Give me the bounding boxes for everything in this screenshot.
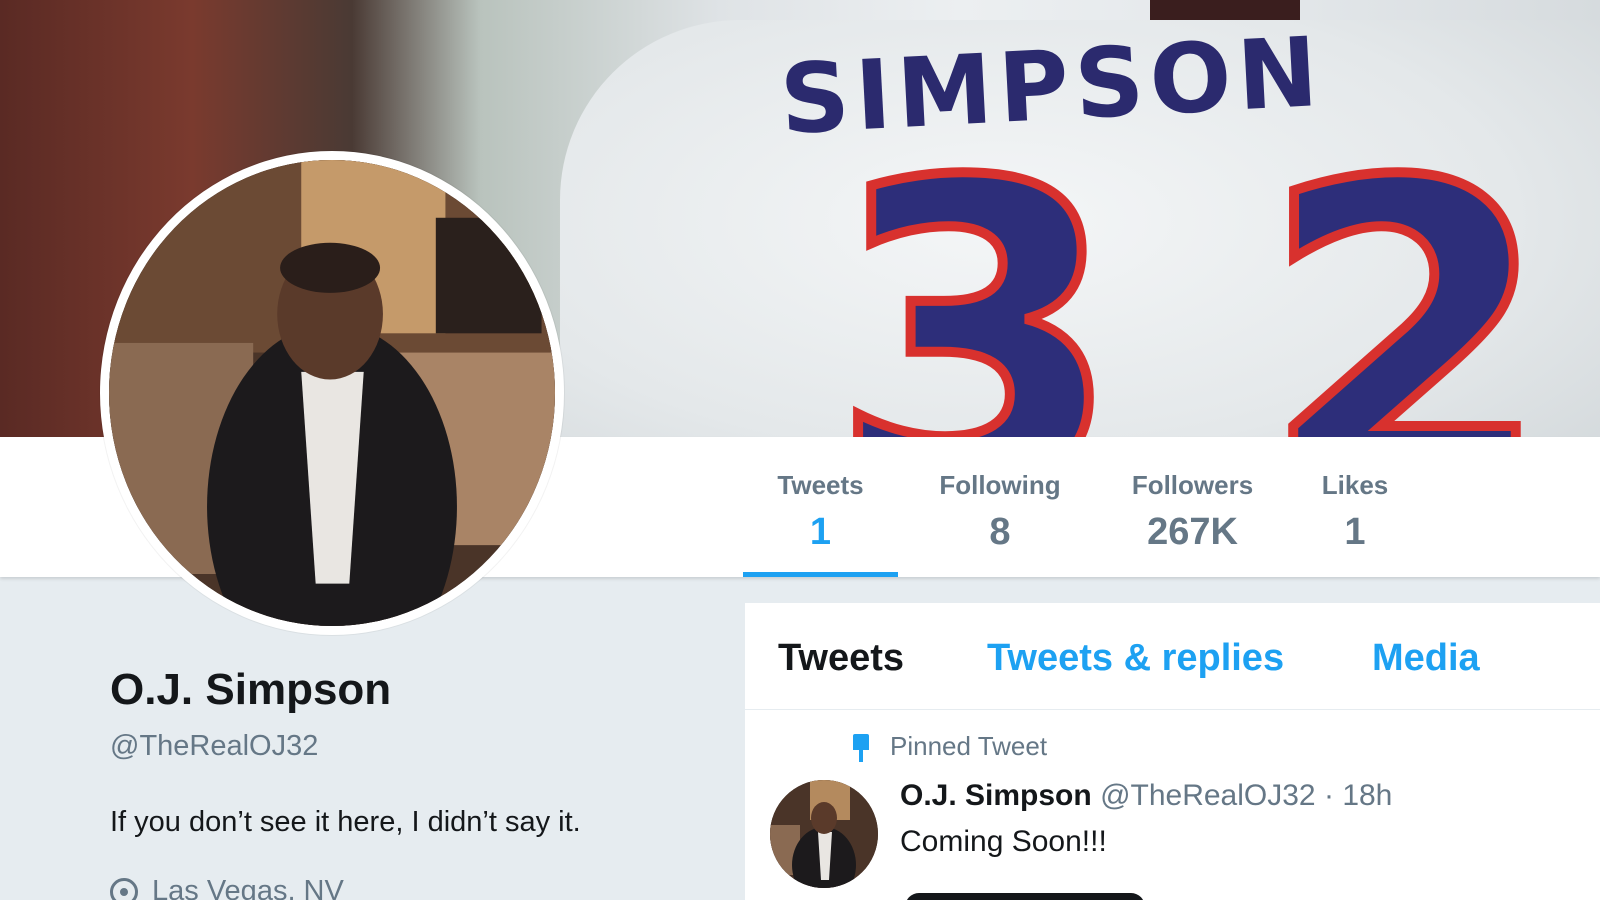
stat-following[interactable]: Following 8 [925,437,1075,577]
stat-tweets-value: 1 [809,511,832,553]
tab-media[interactable]: Media [1372,637,1480,680]
tweet-author-avatar[interactable] [770,780,878,888]
profile-location-text: Las Vegas, NV [152,875,344,900]
profile-avatar[interactable] [100,151,564,635]
profile-bio: If you don’t see it here, I didn’t say i… [110,806,581,838]
pin-icon [850,734,872,763]
profile-name: O.J. Simpson [110,665,392,714]
banner-jersey-digit-3: 3 [825,95,1127,438]
pinned-tweet-indicator: Pinned Tweet [850,731,1048,763]
stat-tweets[interactable]: Tweets 1 [743,437,898,577]
profile-avatar-photo [109,160,555,626]
tweet-author-name[interactable]: O.J. Simpson [900,779,1092,812]
stat-followers-value: 267K [1147,511,1238,553]
stat-followers[interactable]: Followers 267K [1115,437,1270,577]
profile-location: Las Vegas, NV [104,872,344,900]
stat-likes-value: 1 [1344,511,1366,553]
tab-tweets-and-replies[interactable]: Tweets & replies [987,637,1284,680]
tweet-text: Coming Soon!!! [900,825,1107,858]
stat-following-value: 8 [989,511,1011,553]
tab-tweets[interactable]: Tweets [778,637,904,680]
tweet-avatar-photo [770,780,878,888]
stat-tweets-label: Tweets [777,470,864,500]
stat-likes[interactable]: Likes 1 [1295,437,1415,577]
stat-likes-label: Likes [1321,470,1389,500]
pinned-tweet-label: Pinned Tweet [890,731,1048,761]
banner-jersey-digit-2: 2 [1255,95,1557,438]
tweet-timestamp[interactable]: 18h [1342,779,1392,812]
stat-following-label: Following [939,470,1061,500]
tweet-header: O.J. Simpson @TheRealOJ32 · 18h [900,779,1392,813]
stat-followers-label: Followers [1131,470,1254,500]
tweet-media-preview[interactable] [905,893,1145,900]
tweet-author-handle[interactable]: @TheRealOJ32 [1100,779,1316,812]
tweet-separator: · [1323,779,1334,812]
location-icon [104,872,144,900]
timeline-panel: Tweets Tweets & replies Media Pinned Twe… [745,603,1600,900]
profile-handle[interactable]: @TheRealOJ32 [110,730,318,763]
timeline-tabs: Tweets Tweets & replies Media [745,603,1600,710]
